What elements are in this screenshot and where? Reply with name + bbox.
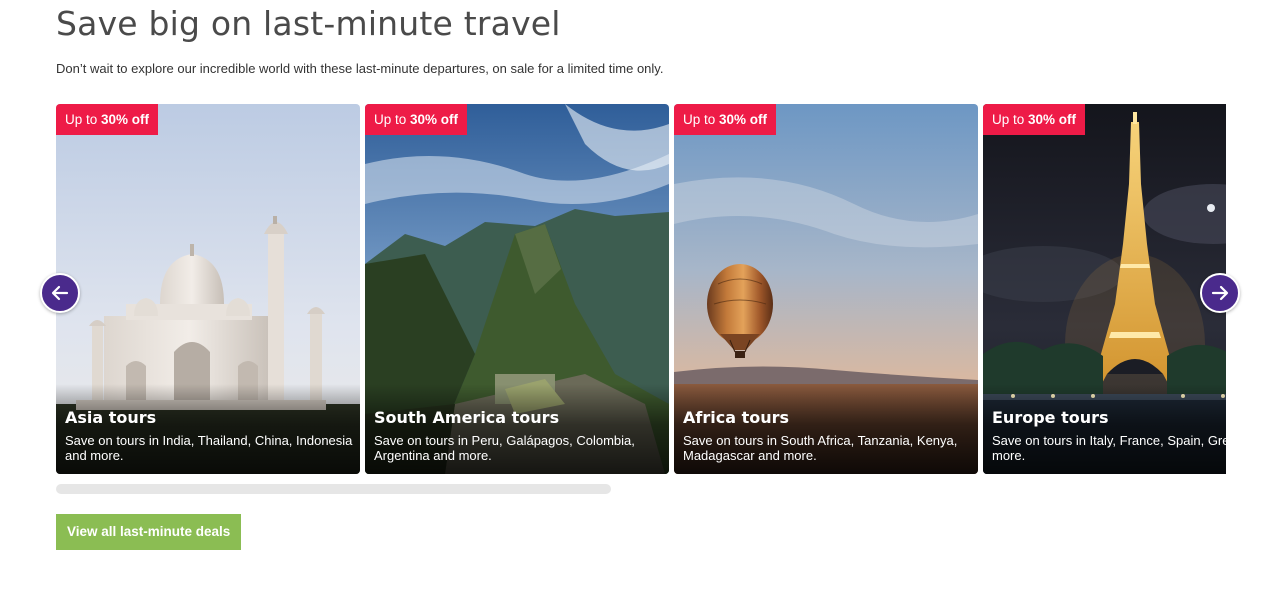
section-title: Save big on last-minute travel <box>56 4 561 43</box>
discount-badge: Up to 30% off <box>56 104 159 135</box>
card-title: Europe tours <box>992 408 1109 427</box>
carousel-scrollbar[interactable] <box>56 484 611 494</box>
deal-card-africa[interactable]: Up to 30% off Africa tours Save on tours… <box>674 104 978 474</box>
carousel-next-button[interactable] <box>1200 273 1240 313</box>
carousel-prev-button[interactable] <box>40 273 80 313</box>
view-all-deals-button[interactable]: View all last-minute deals <box>56 514 242 550</box>
arrow-right-icon <box>1211 285 1229 301</box>
card-description: Save on tours in Peru, Galápagos, Colomb… <box>374 433 635 463</box>
deals-carousel: Up to 30% off Asia tours Save on tours i… <box>56 104 1226 474</box>
deal-card-south-america[interactable]: Up to 30% off South America tours Save o… <box>365 104 669 474</box>
carousel-track: Up to 30% off Asia tours Save on tours i… <box>56 104 1226 474</box>
deal-card-asia[interactable]: Up to 30% off Asia tours Save on tours i… <box>56 104 360 474</box>
deal-card-europe[interactable]: Up to 30% off Europe tours Save on tours… <box>983 104 1226 474</box>
card-description: Save on tours in South Africa, Tanzania,… <box>683 433 958 463</box>
card-title: Asia tours <box>65 408 157 427</box>
discount-badge: Up to 30% off <box>674 104 777 135</box>
discount-badge: Up to 30% off <box>365 104 468 135</box>
card-description: Save on tours in Italy, France, Spain, G… <box>992 433 1226 463</box>
section-subtitle: Don’t wait to explore our incredible wor… <box>56 61 664 76</box>
card-description: Save on tours in India, Thailand, China,… <box>65 433 353 463</box>
arrow-left-icon <box>51 285 69 301</box>
card-title: South America tours <box>374 408 560 427</box>
discount-badge: Up to 30% off <box>983 104 1086 135</box>
card-title: Africa tours <box>683 408 790 427</box>
